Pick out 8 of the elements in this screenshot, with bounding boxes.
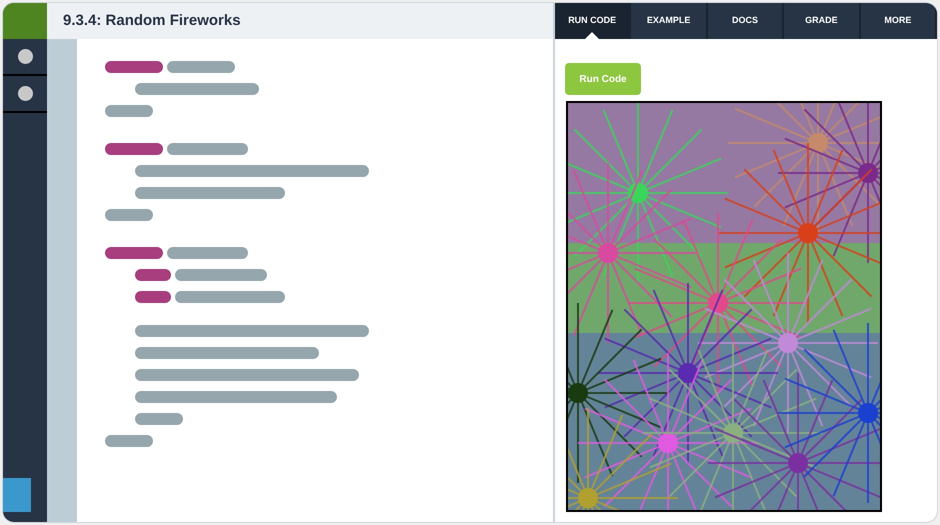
logo-block — [3, 3, 47, 39]
tab[interactable]: DOCS — [708, 3, 784, 39]
tab[interactable]: EXAMPLE — [631, 3, 708, 39]
tab[interactable]: RUN CODE — [555, 3, 632, 39]
pointer-icon — [585, 32, 600, 39]
tab[interactable]: MORE — [860, 3, 937, 39]
editor-title: 9.3.4: Random Fireworks — [63, 10, 241, 31]
tab[interactable]: GRADE — [784, 3, 861, 39]
